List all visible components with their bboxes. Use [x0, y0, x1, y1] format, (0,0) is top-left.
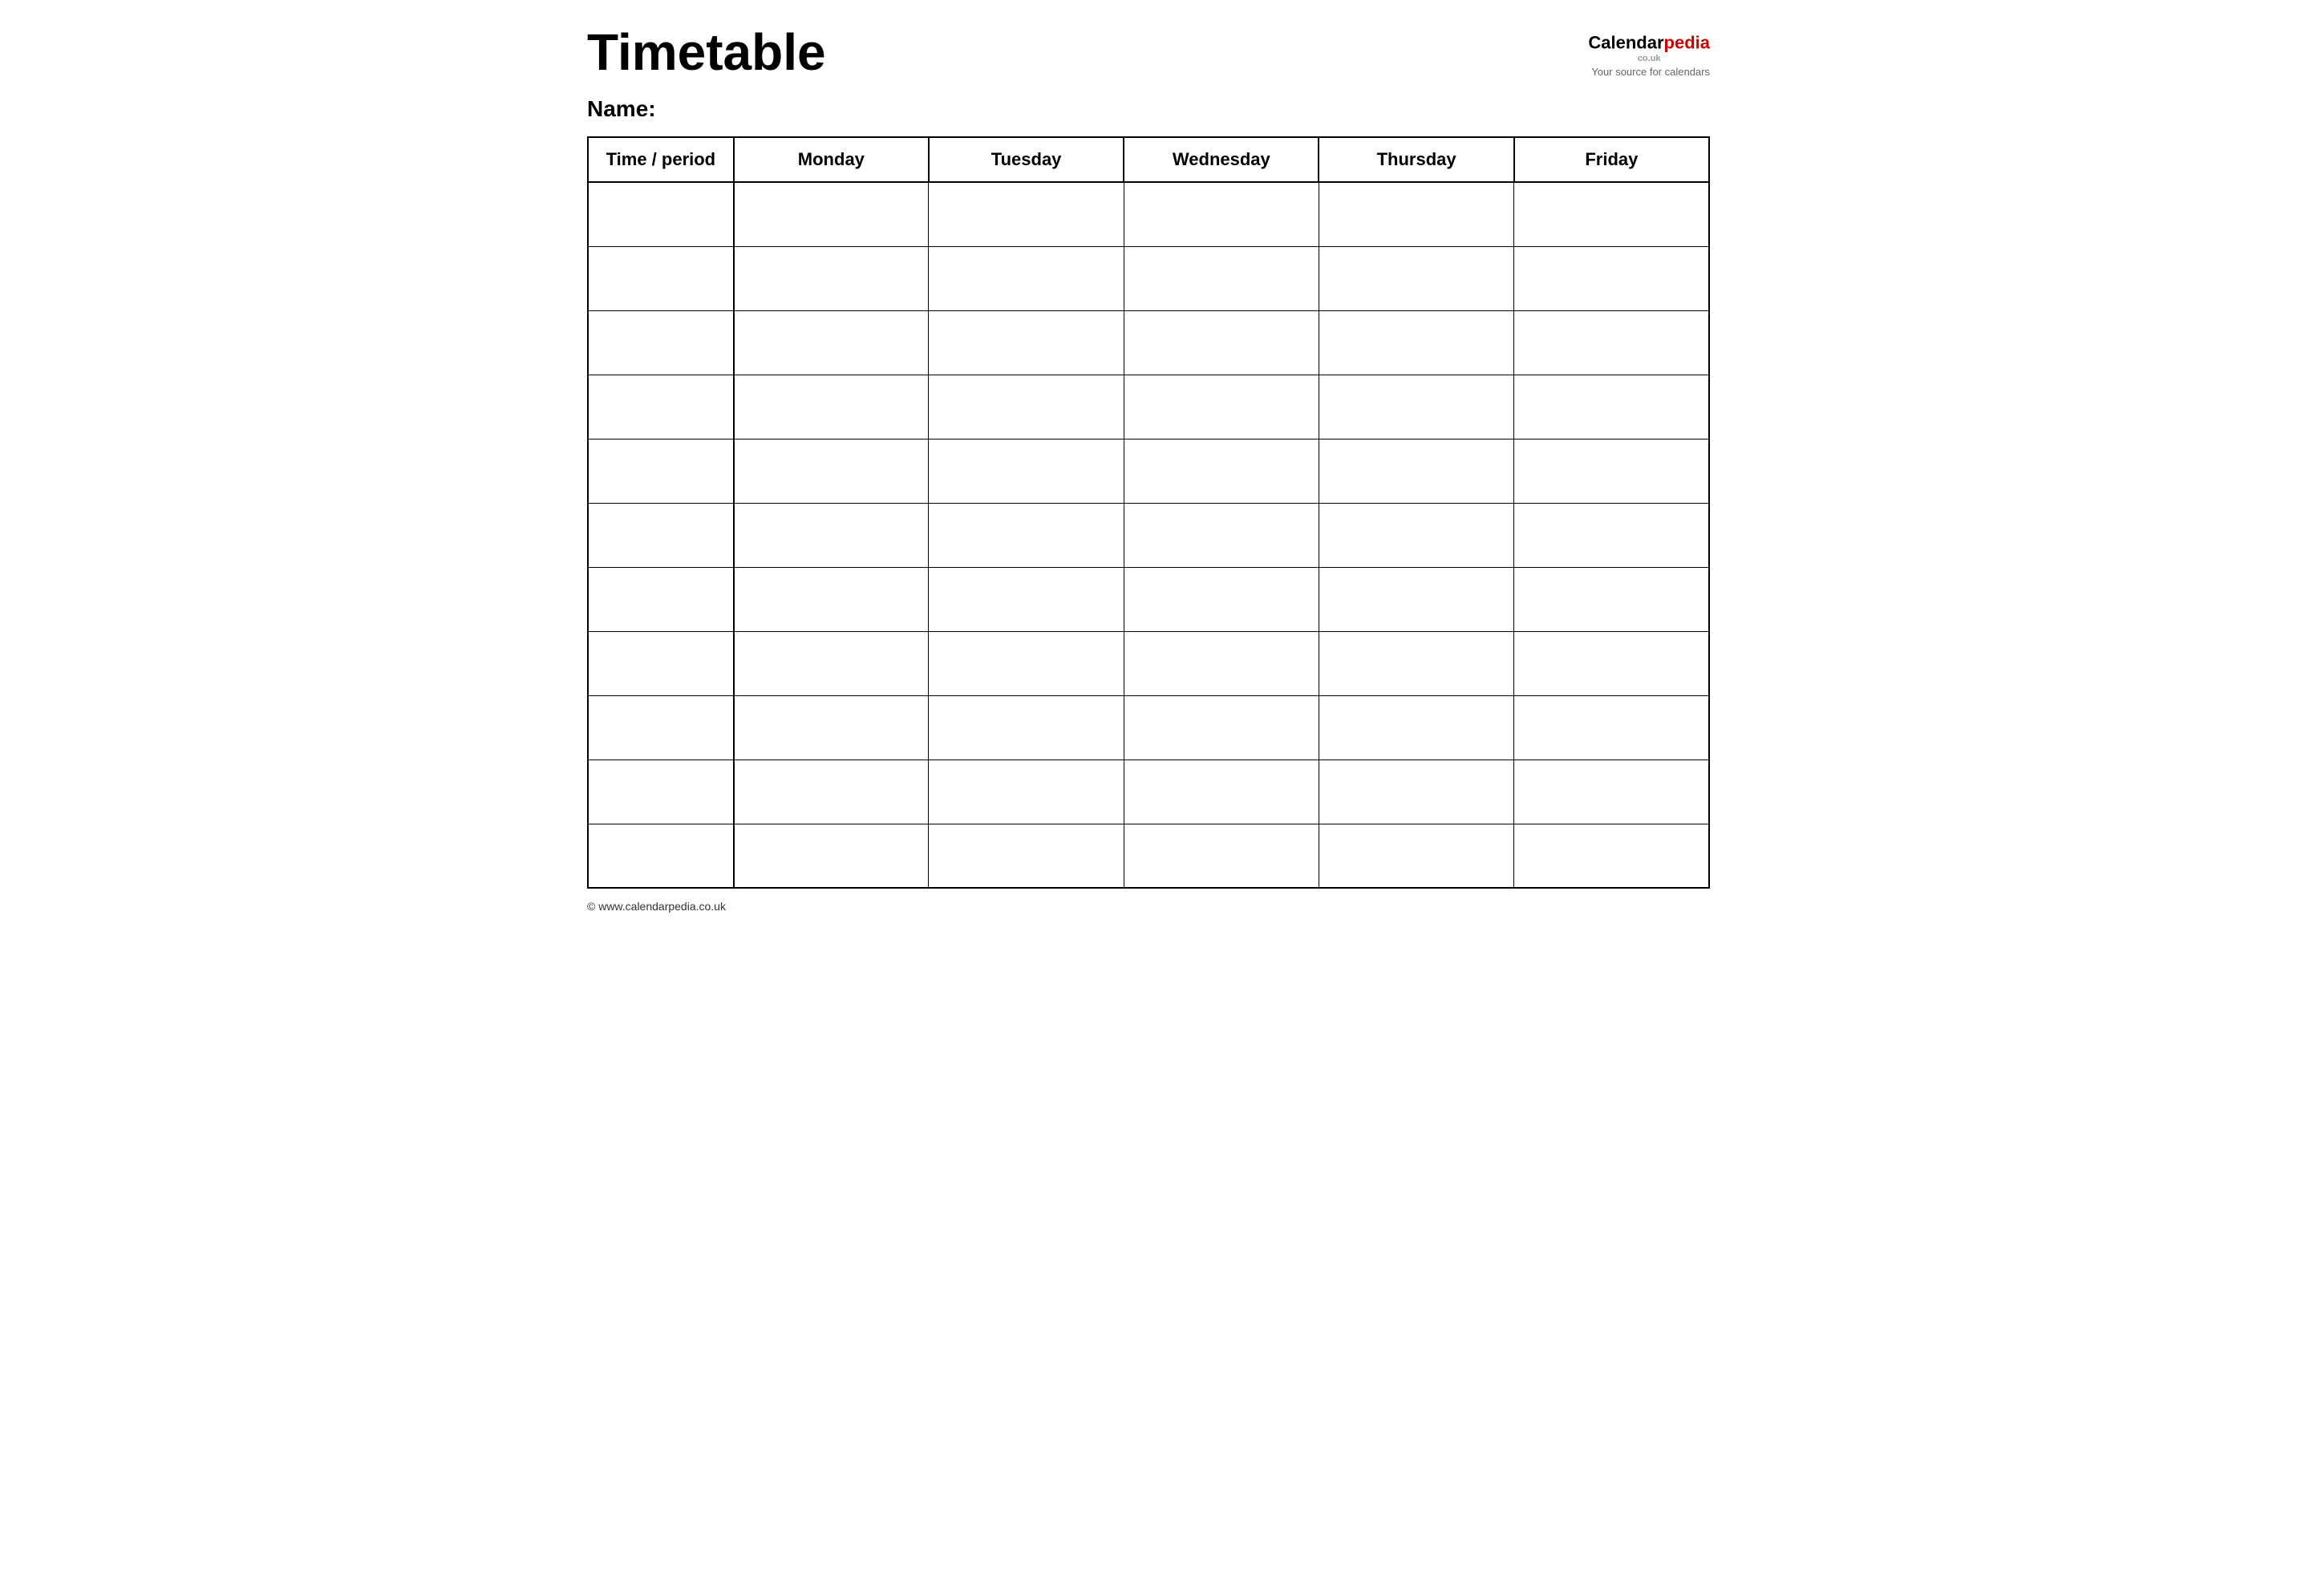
header: Timetable Calendarpedia co.uk Your source…	[587, 24, 1710, 80]
table-cell[interactable]	[929, 760, 1124, 824]
table-cell[interactable]	[1319, 439, 1513, 503]
table-cell[interactable]	[734, 439, 929, 503]
table-cell[interactable]	[1319, 631, 1513, 695]
table-cell[interactable]	[588, 182, 734, 246]
table-cell[interactable]	[1124, 824, 1319, 888]
table-cell[interactable]	[588, 310, 734, 375]
col-header-monday: Monday	[734, 137, 929, 182]
table-cell[interactable]	[929, 375, 1124, 439]
table-cell[interactable]	[734, 567, 929, 631]
name-label: Name:	[587, 96, 656, 121]
table-cell[interactable]	[1319, 760, 1513, 824]
table-cell[interactable]	[734, 824, 929, 888]
table-cell[interactable]	[929, 695, 1124, 760]
table-cell[interactable]	[1319, 567, 1513, 631]
timetable: Time / period Monday Tuesday Wednesday T…	[587, 136, 1710, 889]
logo-pedia: pedia	[1664, 32, 1710, 52]
table-cell[interactable]	[1124, 310, 1319, 375]
logo-tagline: Your source for calendars	[1588, 66, 1710, 78]
table-cell[interactable]	[1319, 182, 1513, 246]
table-cell[interactable]	[588, 503, 734, 567]
col-header-tuesday: Tuesday	[929, 137, 1124, 182]
logo-couk: co.uk	[1588, 54, 1710, 64]
table-cell[interactable]	[1514, 439, 1709, 503]
table-cell[interactable]	[1514, 246, 1709, 310]
table-row	[588, 824, 1709, 888]
table-header-row: Time / period Monday Tuesday Wednesday T…	[588, 137, 1709, 182]
table-cell[interactable]	[929, 310, 1124, 375]
table-cell[interactable]	[1319, 310, 1513, 375]
timetable-body	[588, 182, 1709, 888]
table-row	[588, 246, 1709, 310]
table-cell[interactable]	[1124, 631, 1319, 695]
table-row	[588, 631, 1709, 695]
col-header-wednesday: Wednesday	[1124, 137, 1319, 182]
table-cell[interactable]	[1514, 824, 1709, 888]
table-cell[interactable]	[588, 375, 734, 439]
table-cell[interactable]	[929, 439, 1124, 503]
table-cell[interactable]	[1124, 182, 1319, 246]
table-cell[interactable]	[588, 631, 734, 695]
table-cell[interactable]	[1514, 760, 1709, 824]
table-cell[interactable]	[1514, 631, 1709, 695]
table-cell[interactable]	[1514, 182, 1709, 246]
table-cell[interactable]	[1319, 246, 1513, 310]
table-cell[interactable]	[929, 246, 1124, 310]
table-cell[interactable]	[929, 503, 1124, 567]
table-cell[interactable]	[734, 375, 929, 439]
table-cell[interactable]	[588, 567, 734, 631]
page-wrapper: Timetable Calendarpedia co.uk Your source…	[587, 24, 1710, 913]
col-header-thursday: Thursday	[1319, 137, 1513, 182]
table-cell[interactable]	[929, 567, 1124, 631]
table-cell[interactable]	[1124, 439, 1319, 503]
table-cell[interactable]	[929, 824, 1124, 888]
table-cell[interactable]	[588, 695, 734, 760]
table-cell[interactable]	[1124, 567, 1319, 631]
table-row	[588, 695, 1709, 760]
table-cell[interactable]	[1319, 695, 1513, 760]
table-cell[interactable]	[734, 246, 929, 310]
table-cell[interactable]	[1124, 503, 1319, 567]
table-cell[interactable]	[734, 310, 929, 375]
table-cell[interactable]	[1514, 310, 1709, 375]
table-cell[interactable]	[588, 246, 734, 310]
name-row: Name:	[587, 96, 1710, 122]
table-row	[588, 503, 1709, 567]
table-cell[interactable]	[588, 824, 734, 888]
table-cell[interactable]	[929, 631, 1124, 695]
table-row	[588, 310, 1709, 375]
col-header-time: Time / period	[588, 137, 734, 182]
table-cell[interactable]	[1514, 567, 1709, 631]
table-row	[588, 182, 1709, 246]
table-cell[interactable]	[588, 760, 734, 824]
page-title: Timetable	[587, 24, 826, 80]
table-cell[interactable]	[1319, 824, 1513, 888]
footer: © www.calendarpedia.co.uk	[587, 900, 1710, 913]
table-cell[interactable]	[1514, 503, 1709, 567]
table-cell[interactable]	[929, 182, 1124, 246]
logo-text: Calendarpedia co.uk	[1588, 28, 1710, 64]
table-cell[interactable]	[1319, 503, 1513, 567]
table-cell[interactable]	[1124, 246, 1319, 310]
table-cell[interactable]	[734, 695, 929, 760]
table-cell[interactable]	[734, 182, 929, 246]
table-row	[588, 760, 1709, 824]
table-cell[interactable]	[588, 439, 734, 503]
table-cell[interactable]	[1124, 375, 1319, 439]
table-row	[588, 375, 1709, 439]
table-cell[interactable]	[1514, 695, 1709, 760]
table-cell[interactable]	[1124, 695, 1319, 760]
logo-calendar: Calendar	[1588, 32, 1663, 52]
col-header-friday: Friday	[1514, 137, 1709, 182]
table-cell[interactable]	[734, 503, 929, 567]
footer-url: © www.calendarpedia.co.uk	[587, 900, 726, 913]
table-row	[588, 567, 1709, 631]
table-row	[588, 439, 1709, 503]
table-cell[interactable]	[734, 760, 929, 824]
table-cell[interactable]	[1124, 760, 1319, 824]
logo-area: Calendarpedia co.uk Your source for calen…	[1588, 24, 1710, 78]
table-cell[interactable]	[1319, 375, 1513, 439]
table-cell[interactable]	[1514, 375, 1709, 439]
table-cell[interactable]	[734, 631, 929, 695]
